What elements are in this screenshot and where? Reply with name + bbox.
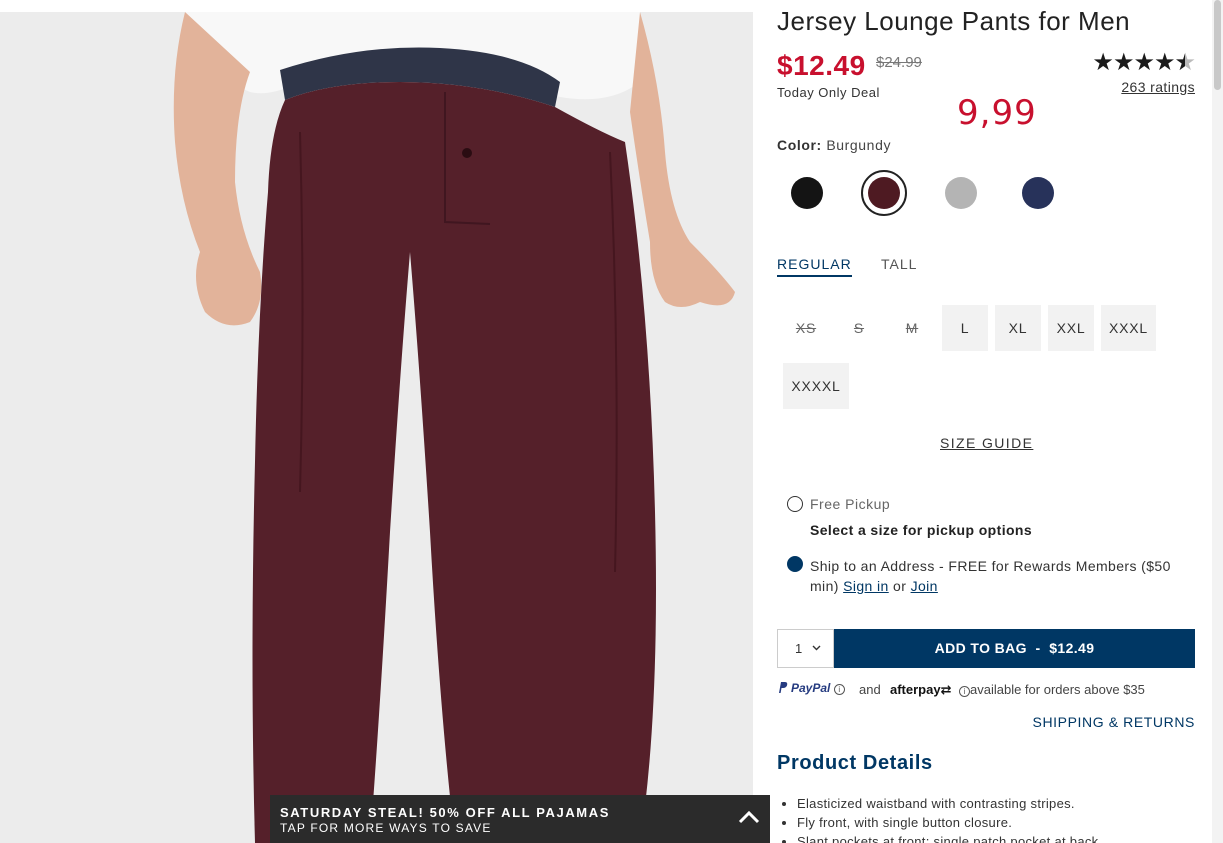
size-button-xxxl[interactable]: XXXL — [1101, 305, 1156, 351]
scrollbar-thumb[interactable] — [1214, 0, 1221, 90]
or-text: or — [893, 578, 907, 594]
size-button-s[interactable]: S — [836, 305, 882, 351]
join-link[interactable]: Join — [911, 578, 938, 594]
promo-subtitle: TAP FOR MORE WAYS TO SAVE — [280, 821, 492, 835]
promo-title: SATURDAY STEAL! 50% OFF ALL PAJAMAS — [280, 805, 610, 820]
size-guide-link[interactable]: SIZE GUIDE — [940, 435, 1033, 451]
rating-stars[interactable]: ★★★★★ — [1092, 49, 1196, 77]
and-text: and — [859, 682, 881, 697]
swatch-gray[interactable] — [938, 170, 984, 216]
half-star-icon: ★ — [1174, 50, 1195, 77]
swatch-navy-dot — [1022, 177, 1054, 209]
afterpay-logo[interactable]: afterpay⇄ — [890, 682, 951, 698]
page-scrollbar[interactable] — [1212, 0, 1223, 843]
size-button-xxxxl[interactable]: XXXXL — [783, 363, 849, 409]
ratings-link[interactable]: 263 ratings — [1121, 79, 1195, 95]
promo-banner[interactable]: SATURDAY STEAL! 50% OFF ALL PAJAMAS TAP … — [270, 795, 770, 843]
pickup-label: Free Pickup — [810, 496, 891, 512]
swatch-black[interactable] — [784, 170, 830, 216]
size-button-xl[interactable]: XL — [995, 305, 1041, 351]
paypal-logo[interactable]: PayPal i — [777, 681, 845, 695]
sale-price: $12.49 — [777, 50, 866, 81]
details-item: Slant pockets at front; single patch poc… — [797, 832, 1102, 843]
color-label: Color: — [777, 137, 822, 153]
selected-color: Burgundy — [826, 137, 892, 153]
color-swatches — [777, 170, 1197, 216]
size-button-xs[interactable]: XS — [783, 305, 829, 351]
product-title: Jersey Lounge Pants for Men — [777, 6, 1131, 36]
shipping-returns-link[interactable]: SHIPPING & RETURNS — [1033, 714, 1196, 730]
size-button-xxl[interactable]: XXL — [1048, 305, 1094, 351]
chevron-up-icon[interactable] — [738, 809, 760, 825]
payment-options: PayPal i and afterpay⇄ i available for or… — [777, 681, 1197, 699]
tab-regular[interactable]: REGULAR — [777, 256, 852, 277]
paypal-icon — [779, 682, 788, 693]
product-image[interactable] — [0, 12, 753, 843]
pickup-note: Select a size for pickup options — [810, 522, 1033, 538]
deal-label: Today Only Deal — [777, 85, 880, 100]
ship-radio[interactable] — [787, 556, 803, 572]
swatch-gray-dot — [945, 177, 977, 209]
details-item: Elasticized waistband with contrasting s… — [797, 794, 1102, 813]
handwritten-price-note: 9,99 — [957, 93, 1037, 133]
afterpay-text: afterpay — [890, 682, 941, 697]
swatch-navy[interactable] — [1015, 170, 1061, 216]
swatch-burgundy[interactable] — [861, 170, 907, 216]
sign-in-link[interactable]: Sign in — [843, 578, 889, 594]
size-button-l[interactable]: L — [942, 305, 988, 351]
ship-label: Ship to an Address - FREE for Rewards Me… — [810, 556, 1200, 596]
color-label-row: Color: Burgundy — [777, 137, 891, 153]
pickup-radio[interactable] — [787, 496, 803, 512]
afterpay-arrows-icon: ⇄ — [940, 682, 952, 697]
tab-tall[interactable]: TALL — [881, 256, 917, 275]
swatch-black-dot — [791, 177, 823, 209]
add-to-bag-button[interactable]: ADD TO BAG - $12.49 — [834, 629, 1195, 668]
product-details-heading: Product Details — [777, 752, 933, 774]
swatch-burgundy-dot — [868, 177, 900, 209]
afterpay-info-icon[interactable]: i — [959, 686, 970, 697]
details-item: Fly front, with single button closure. — [797, 813, 1102, 832]
product-photo-illustration — [0, 12, 753, 843]
product-details-list: Elasticized waistband with contrasting s… — [797, 794, 1102, 843]
quantity-select[interactable]: 1 — [777, 629, 834, 668]
paypal-info-icon[interactable]: i — [833, 684, 845, 695]
availability-text: available for orders above $35 — [970, 682, 1145, 697]
size-button-m[interactable]: M — [889, 305, 935, 351]
original-price: $24.99 — [876, 54, 922, 71]
afterpay-availability: i available for orders above $35 — [959, 682, 1145, 697]
star-icons: ★★★★ — [1092, 49, 1175, 76]
quantity-value: 1 — [795, 641, 803, 656]
chevron-down-icon — [812, 645, 821, 651]
product-info-panel: Jersey Lounge Pants for Men $12.49 $24.9… — [777, 0, 1197, 843]
paypal-text: PayPal — [791, 681, 831, 695]
